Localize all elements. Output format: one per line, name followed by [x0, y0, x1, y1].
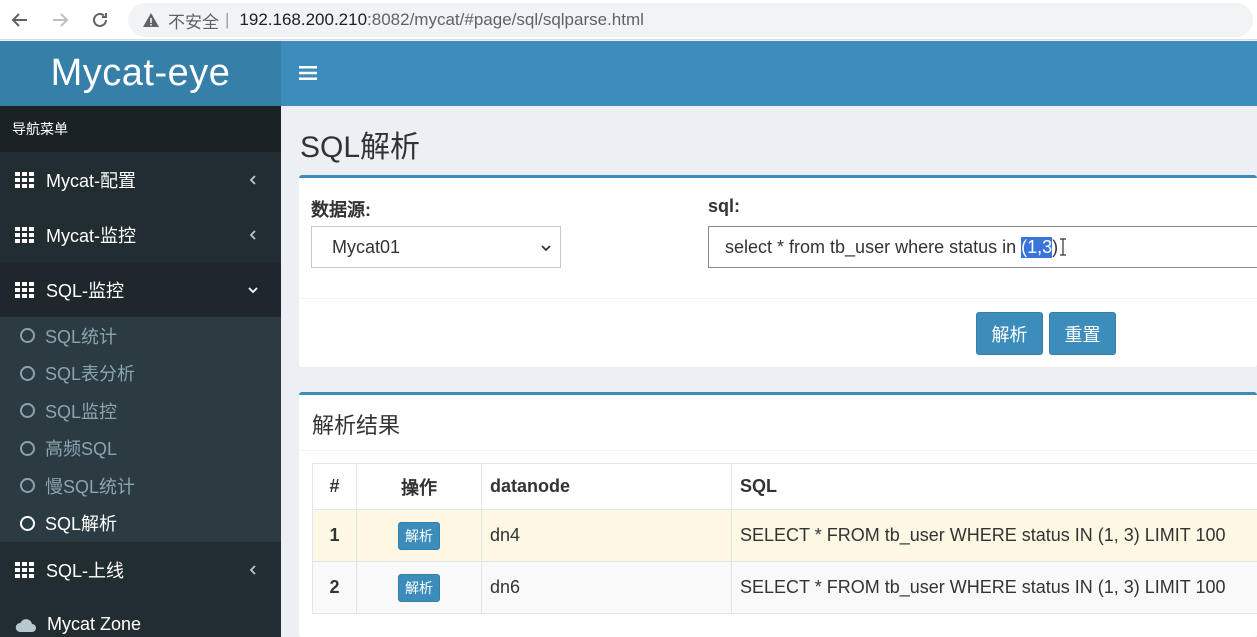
sidebar-item-sql-online[interactable]: SQL-上线: [0, 542, 281, 597]
submenu-item-label: SQL统计: [45, 326, 118, 347]
warning-icon: [143, 13, 159, 27]
url-separator: |: [225, 10, 230, 29]
address-bar[interactable]: 不安全 | 192.168.200.210:8082/mycat/#page/s…: [128, 3, 1253, 37]
parse-results-box: 解析结果 # 操作 datanode SQL 1 解析 dn4 SELECT *…: [299, 392, 1257, 637]
grid-icon: [15, 281, 34, 298]
row-action-cell: 解析: [356, 509, 482, 562]
submenu-item-slow-sql[interactable]: 慢SQL统计: [0, 467, 281, 505]
back-arrow-icon: [11, 12, 27, 27]
circle-icon: [20, 328, 35, 344]
datasource-select[interactable]: Mycat01: [311, 226, 561, 268]
submenu-item-sql-monitor[interactable]: SQL监控: [0, 392, 281, 430]
grid-icon: [15, 561, 34, 578]
column-header-number: #: [312, 463, 357, 510]
circle-icon: [20, 403, 35, 419]
submenu-item-label: SQL监控: [45, 401, 118, 422]
submenu-item-sql-stats[interactable]: SQL统计: [0, 317, 281, 355]
sql-text-suffix: ): [1052, 236, 1059, 257]
reset-button[interactable]: 重置: [1049, 312, 1116, 355]
chevron-down-icon: [541, 245, 551, 252]
circle-icon: [20, 440, 35, 456]
row-datanode: dn4: [481, 509, 732, 562]
row-parse-button[interactable]: 解析: [398, 521, 440, 550]
sql-text-selection: (1,3: [1021, 236, 1053, 258]
sidebar-item-label: SQL-监控: [46, 280, 125, 301]
back-button[interactable]: [0, 0, 40, 40]
row-number: 1: [312, 509, 357, 562]
sql-label: sql:: [708, 196, 741, 216]
parse-button[interactable]: 解析: [976, 312, 1043, 355]
row-number: 2: [312, 561, 357, 614]
table-row: 1 解析 dn4 SELECT * FROM tb_user WHERE sta…: [312, 509, 1257, 562]
reload-button[interactable]: [80, 0, 120, 40]
grid-icon: [15, 171, 34, 188]
submenu-item-sql-table-analysis[interactable]: SQL表分析: [0, 355, 281, 393]
top-header: [281, 41, 1257, 106]
url-path: :8082/mycat/#page/sql/sqlparse.html: [367, 10, 644, 29]
row-sql: SELECT * FROM tb_user WHERE status IN (1…: [731, 561, 1257, 614]
chevron-left-icon: [249, 174, 256, 185]
row-action-cell: 解析: [356, 561, 482, 614]
circle-icon: [20, 478, 35, 494]
chevron-left-icon: [249, 564, 256, 575]
reload-icon: [93, 12, 107, 27]
chevron-left-icon: [249, 229, 256, 240]
datasource-value: Mycat01: [332, 236, 401, 257]
forward-arrow-icon: [53, 12, 69, 27]
sidebar-item-mycat-config[interactable]: Mycat-配置: [0, 152, 281, 207]
chevron-down-icon: [248, 286, 258, 293]
sidebar-item-label: Mycat-配置: [46, 170, 136, 191]
submenu-item-frequent-sql[interactable]: 高频SQL: [0, 430, 281, 468]
results-title: 解析结果: [312, 413, 401, 438]
forward-button[interactable]: [40, 0, 80, 40]
grid-icon: [15, 226, 34, 243]
menu-header: 导航菜单: [0, 106, 281, 152]
row-datanode: dn6: [481, 561, 732, 614]
submenu-item-sql-parse[interactable]: SQL解析: [0, 505, 281, 543]
submenu-item-label: SQL表分析: [45, 364, 136, 385]
browser-toolbar: 不安全 | 192.168.200.210:8082/mycat/#page/s…: [0, 0, 1257, 40]
circle-icon: [20, 515, 35, 531]
table-header-row: # 操作 datanode SQL: [312, 463, 1257, 510]
sidebar: Mycat-eye 导航菜单 Mycat-配置 Mycat-监控 SQL-监控 …: [0, 41, 281, 637]
sidebar-item-mycat-zone[interactable]: Mycat Zone: [0, 597, 281, 637]
url-host: 192.168.200.210: [239, 10, 368, 29]
circle-icon: [20, 365, 35, 381]
hamburger-menu-icon[interactable]: [299, 65, 317, 81]
submenu-item-label: 高频SQL: [45, 439, 118, 460]
sql-input[interactable]: select * from tb_user where status in (1…: [708, 226, 1257, 268]
sidebar-item-label: SQL-上线: [46, 560, 125, 581]
cloud-icon: [15, 618, 36, 632]
results-table: # 操作 datanode SQL 1 解析 dn4 SELECT * FROM…: [312, 463, 1257, 614]
sidebar-item-mycat-monitor[interactable]: Mycat-监控: [0, 207, 281, 262]
page-title: SQL解析: [300, 131, 421, 164]
submenu-item-label: SQL解析: [45, 514, 118, 535]
submenu-item-label: 慢SQL统计: [45, 476, 136, 497]
insecure-label: 不安全: [168, 12, 219, 32]
sql-parse-form-box: 数据源: Mycat01 sql: select * from tb_user …: [299, 175, 1257, 367]
text-cursor-icon: [1060, 238, 1067, 256]
datasource-label: 数据源:: [311, 200, 371, 220]
column-header-datanode: datanode: [481, 463, 732, 510]
form-divider: [299, 298, 1257, 299]
app-logo[interactable]: Mycat-eye: [0, 41, 281, 106]
results-divider: [299, 450, 1257, 451]
sidebar-item-label: Mycat Zone: [47, 614, 142, 634]
column-header-sql: SQL: [731, 463, 1257, 510]
sql-text-prefix: select * from tb_user where status in: [725, 236, 1022, 257]
row-sql: SELECT * FROM tb_user WHERE status IN (1…: [731, 509, 1257, 562]
table-row: 2 解析 dn6 SELECT * FROM tb_user WHERE sta…: [312, 561, 1257, 614]
row-parse-button[interactable]: 解析: [398, 573, 440, 602]
column-header-action: 操作: [356, 463, 482, 510]
sidebar-item-sql-monitor[interactable]: SQL-监控: [0, 262, 281, 317]
sql-monitor-submenu: SQL统计 SQL表分析 SQL监控 高频SQL 慢SQL统计 SQL解析: [0, 317, 281, 542]
sidebar-item-label: Mycat-监控: [46, 225, 136, 246]
